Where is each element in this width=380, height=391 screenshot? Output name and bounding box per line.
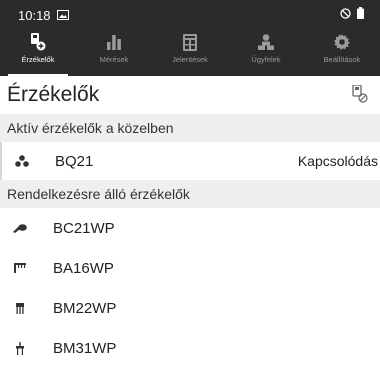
sensor-pins-icon — [10, 302, 30, 314]
sensor-name: BA16WP — [53, 259, 114, 277]
battery-icon — [357, 7, 364, 22]
sensor-add-icon — [30, 32, 46, 52]
list-item[interactable]: BM31WP — [0, 328, 380, 368]
tab-customers[interactable]: Ügyfelek — [228, 30, 304, 76]
sensor-name: BM31WP — [53, 339, 117, 357]
page-title: Érzékelők — [7, 83, 100, 106]
tab-settings[interactable]: Beállítások — [304, 30, 380, 76]
active-sensor-name: BQ21 — [55, 152, 94, 170]
main-tab-bar: Érzékelők Mérések Jelentések Ügyfelek Be… — [0, 30, 380, 76]
active-sensor-row[interactable]: BQ21 Kapcsolódás — [0, 142, 380, 180]
bar-chart-icon — [106, 32, 122, 52]
status-bar: 10:18 — [0, 0, 380, 30]
sensor-prong-icon — [10, 263, 30, 273]
do-not-disturb-icon — [340, 7, 351, 22]
list-item[interactable]: BC21WP — [0, 208, 380, 248]
list-item[interactable]: BM22WP — [0, 288, 380, 328]
status-time: 10:18 — [18, 7, 51, 23]
settings-gear-icon — [334, 32, 350, 52]
app-header: 10:18 Érzékelők Mérések Jelentések Ügyfe… — [0, 0, 380, 76]
connect-button[interactable]: Kapcsolódás — [298, 153, 378, 169]
sensor-probe-icon — [10, 223, 30, 233]
tab-sensors-label: Érzékelők — [21, 55, 55, 64]
sensor-disconnect-icon[interactable] — [352, 84, 368, 108]
sensor-cluster-icon — [12, 155, 32, 167]
tab-measurements-label: Mérések — [99, 55, 129, 64]
active-sensors-heading: Aktív érzékelők a közelben — [0, 114, 380, 142]
sensor-name: BM22WP — [53, 299, 117, 317]
tab-customers-label: Ügyfelek — [251, 55, 281, 64]
sensor-name: BC21WP — [53, 219, 115, 237]
report-icon — [183, 32, 197, 52]
tab-settings-label: Beállítások — [323, 55, 361, 64]
image-notification-icon — [56, 8, 69, 23]
tab-measurements[interactable]: Mérések — [76, 30, 152, 76]
page-title-bar: Érzékelők — [0, 76, 380, 114]
customers-icon — [257, 32, 275, 52]
list-item[interactable]: BA16WP — [0, 248, 380, 288]
tab-reports[interactable]: Jelentések — [152, 30, 228, 76]
available-sensors-heading: Rendelkezésre álló érzékelők — [0, 180, 380, 208]
tab-sensors[interactable]: Érzékelők — [0, 30, 76, 76]
sensor-spike-icon — [10, 341, 30, 355]
tab-reports-label: Jelentések — [172, 55, 208, 64]
